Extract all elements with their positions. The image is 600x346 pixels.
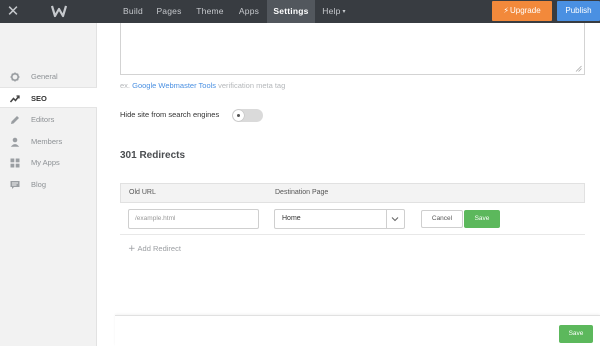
meta-tag-hint: ex. Google Webmaster Tools verification … xyxy=(120,81,285,90)
old-url-input[interactable]: /example.html xyxy=(128,209,259,229)
redirects-title: 301 Redirects xyxy=(120,150,186,161)
save-redirect-button[interactable]: Save xyxy=(464,210,500,228)
hint-prefix: ex. xyxy=(120,81,131,90)
hide-from-search-toggle[interactable] xyxy=(232,109,263,122)
close-icon[interactable]: ✕ xyxy=(6,2,20,20)
settings-sidebar: General SEO Editors Members My Apps Blog xyxy=(0,23,97,346)
person-icon xyxy=(10,137,20,147)
meta-tag-textarea[interactable] xyxy=(120,23,585,75)
google-webmaster-tools-link[interactable]: Google Webmaster Tools xyxy=(132,81,216,90)
sidebar-item-editors[interactable]: Editors xyxy=(0,109,97,130)
nav-build[interactable]: Build xyxy=(116,0,150,23)
sidebar-item-members[interactable]: Members xyxy=(0,131,97,152)
chat-icon xyxy=(10,181,20,189)
column-destination-page: Destination Page xyxy=(275,189,329,196)
column-old-url: Old URL xyxy=(129,189,156,196)
cancel-button[interactable]: Cancel xyxy=(421,210,463,228)
hide-from-search-label: Hide site from search engines xyxy=(120,110,220,119)
select-divider xyxy=(386,210,387,228)
publish-button[interactable]: Publish xyxy=(557,1,600,21)
destination-page-select[interactable]: Home xyxy=(274,209,405,229)
nav-help-label: Help xyxy=(322,6,341,16)
destination-value: Home xyxy=(282,215,301,222)
sidebar-item-label: SEO xyxy=(31,94,47,103)
sidebar-item-label: General xyxy=(31,72,58,81)
nav-pages[interactable]: Pages xyxy=(151,0,187,23)
sidebar-item-label: Members xyxy=(31,137,63,146)
save-button[interactable]: Save xyxy=(559,325,593,343)
footer-bar: Save xyxy=(115,315,600,346)
upgrade-button[interactable]: ⚡Upgrade xyxy=(492,1,552,21)
weebly-logo-icon[interactable] xyxy=(51,3,67,19)
sidebar-item-my-apps[interactable]: My Apps xyxy=(0,152,97,173)
toggle-dot xyxy=(237,114,240,117)
nav-help[interactable]: Help ▾ xyxy=(317,0,351,23)
caret-down-icon: ▾ xyxy=(342,8,346,15)
plus-icon: + xyxy=(128,244,136,254)
grid-icon xyxy=(10,158,20,168)
nav-settings[interactable]: Settings xyxy=(267,0,315,23)
toggle-knob xyxy=(233,110,244,121)
sidebar-item-blog[interactable]: Blog xyxy=(0,174,97,195)
nav-theme[interactable]: Theme xyxy=(190,0,230,23)
redirects-table-header: Old URL Destination Page xyxy=(120,183,585,203)
chevron-down-icon xyxy=(391,217,399,222)
add-redirect-button[interactable]: + Add Redirect xyxy=(128,244,181,254)
sidebar-item-label: Editors xyxy=(31,115,55,124)
hint-suffix: verification meta tag xyxy=(218,81,286,90)
gear-icon xyxy=(10,72,20,82)
trend-icon xyxy=(10,95,20,103)
add-redirect-label: Add Redirect xyxy=(137,244,181,253)
nav-apps[interactable]: Apps xyxy=(233,0,265,23)
lightning-icon: ⚡ xyxy=(503,6,509,15)
top-bar: ✕ Build Pages Theme Apps Settings Help ▾ … xyxy=(0,0,600,23)
sidebar-item-general[interactable]: General xyxy=(0,66,97,87)
table-row: /example.html Home Cancel Save xyxy=(120,203,585,235)
pencil-icon xyxy=(11,116,19,124)
sidebar-item-label: Blog xyxy=(31,180,47,189)
sidebar-item-seo[interactable]: SEO xyxy=(0,87,97,108)
resize-handle-icon[interactable] xyxy=(575,65,582,72)
upgrade-label: Upgrade xyxy=(509,6,541,15)
sidebar-item-label: My Apps xyxy=(31,158,60,167)
